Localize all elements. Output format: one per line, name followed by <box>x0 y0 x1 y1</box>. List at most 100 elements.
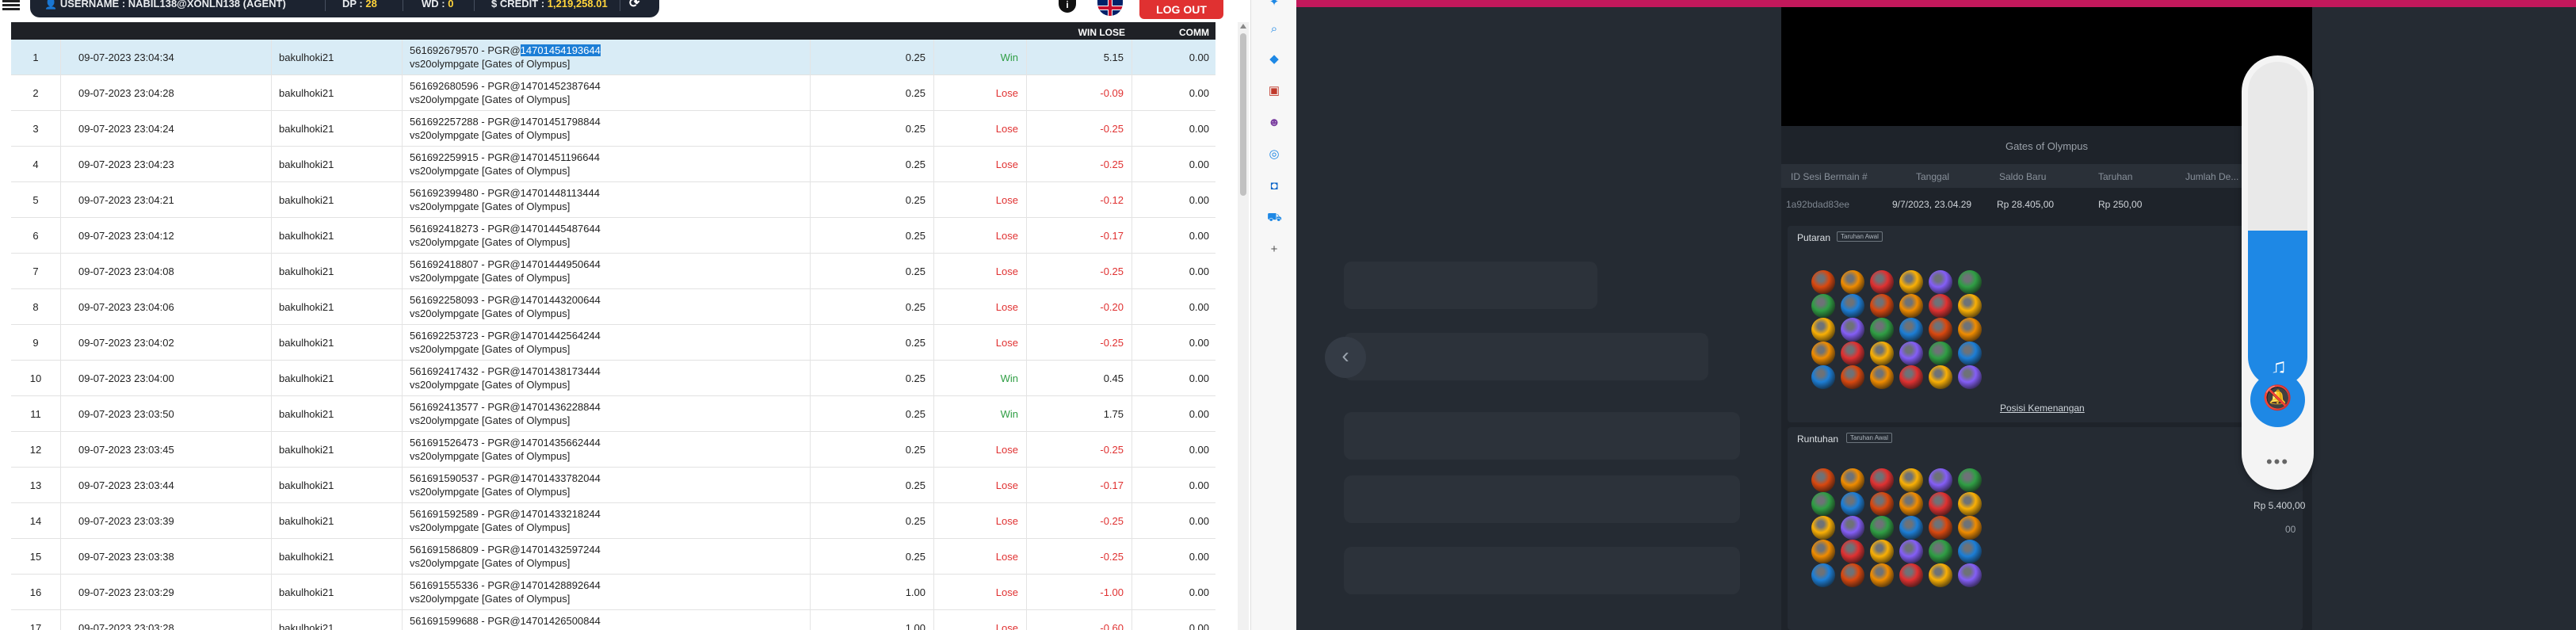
ticket-id[interactable]: 561692399480 - PGR@14701448113444 <box>410 187 600 199</box>
row-winlose: -0.25 <box>1100 158 1124 170</box>
row-number: 8 <box>32 301 39 313</box>
row-result: Lose <box>995 87 1018 99</box>
ticket-id[interactable]: 561692253723 - PGR@14701442564244 <box>410 330 601 342</box>
ticket-id[interactable]: 561692417432 - PGR@14701438173444 <box>410 365 601 377</box>
table-scrollbar[interactable] <box>1238 22 1249 630</box>
header-comm[interactable]: COMM <box>1132 22 1215 40</box>
table-row[interactable]: 2 09-07-2023 23:04:28 bakulhoki21 561692680… <box>11 75 1215 111</box>
col-date: Tanggal <box>1916 171 1950 182</box>
table-row[interactable]: 13 09-07-2023 23:03:44 bakulhoki21 56169159… <box>11 468 1215 503</box>
ticket-id[interactable]: 561692413577 - PGR@14701436228844 <box>410 401 601 413</box>
row-winlose: 0.45 <box>1103 372 1124 384</box>
reel-symbol <box>1929 563 1952 587</box>
row-user: bakulhoki21 <box>279 87 334 99</box>
ticket-id[interactable]: 561692679570 - PGR@ <box>410 44 521 56</box>
row-bet: 0.25 <box>905 372 925 384</box>
row-date: 09-07-2023 23:04:12 <box>78 230 174 242</box>
header-winlose[interactable]: WIN LOSE <box>1026 22 1132 40</box>
row-number: 10 <box>29 372 42 384</box>
table-row[interactable]: 3 09-07-2023 23:04:24 bakulhoki21 561692257… <box>11 111 1215 147</box>
outlook-icon[interactable]: ◘ <box>1267 179 1281 193</box>
table-row[interactable]: 12 09-07-2023 23:03:45 bakulhoki21 56169152… <box>11 432 1215 468</box>
ticket-id[interactable]: 561692258093 - PGR@14701443200644 <box>410 294 601 306</box>
table-row[interactable]: 16 09-07-2023 23:03:29 bakulhoki21 56169155… <box>11 575 1215 610</box>
winning-position-link[interactable]: Posisi Kemenangan <box>2000 403 2085 414</box>
row-result: Lose <box>995 586 1018 598</box>
row-user: bakulhoki21 <box>279 622 334 630</box>
ticket-id[interactable]: 561692418273 - PGR@14701445487644 <box>410 223 601 235</box>
browser-sidebar: ✦ ⌕ ◆ ▣ ☻ ◎ ◘ ⛟ + <box>1250 0 1296 630</box>
more-options-icon[interactable]: ••• <box>2242 452 2314 472</box>
game-name: vs20olympgate [Gates of Olympus] <box>410 272 571 284</box>
row-description: 561692257288 - PGR@14701451798844 vs20oly… <box>402 111 810 147</box>
reel-symbol <box>1811 365 1835 389</box>
table-row[interactable]: 8 09-07-2023 23:04:06 bakulhoki21 561692258… <box>11 289 1215 325</box>
ticket-id[interactable]: 561691590537 - PGR@14701433782044 <box>410 472 601 484</box>
row-description: 561692417432 - PGR@14701438173444 vs20oly… <box>402 361 810 396</box>
row-comm: 0.00 <box>1189 479 1209 491</box>
info-icon[interactable]: i <box>1059 0 1076 13</box>
tumble-tag: Taruhan Awal <box>1846 433 1892 443</box>
reel-symbol <box>1811 492 1835 516</box>
refresh-icon[interactable]: ⟳ <box>629 0 651 11</box>
top-bar: 👤 USERNAME : NABIL138@XONLN138 (AGENT) D… <box>0 0 1250 19</box>
people-icon[interactable]: ☻ <box>1267 116 1281 130</box>
row-number: 4 <box>32 158 39 170</box>
uk-flag-icon[interactable] <box>1097 0 1123 16</box>
volume-slider[interactable]: ♫ <box>2248 62 2307 387</box>
game-name: vs20olympgate [Gates of Olympus] <box>410 593 571 605</box>
pin-icon[interactable]: ✦ <box>1267 0 1281 10</box>
table-row[interactable]: 7 09-07-2023 23:04:08 bakulhoki21 561692418… <box>11 254 1215 289</box>
table-row[interactable]: 15 09-07-2023 23:03:38 bakulhoki21 56169158… <box>11 539 1215 575</box>
table-row[interactable]: 17 09-07-2023 23:03:28 bakulhoki21 56169159… <box>11 610 1215 630</box>
table-row[interactable]: 6 09-07-2023 23:04:12 bakulhoki21 561692418… <box>11 218 1215 254</box>
reel-symbol <box>1870 270 1894 294</box>
mute-bell-icon[interactable]: 🔕 <box>2250 372 2305 427</box>
row-date: 09-07-2023 23:04:23 <box>78 158 174 170</box>
ticket-id[interactable]: 561691592589 - PGR@14701433218244 <box>410 508 601 520</box>
table-row[interactable]: 10 09-07-2023 23:04:00 bakulhoki21 56169241… <box>11 361 1215 396</box>
tag-icon[interactable]: ◆ <box>1267 52 1281 67</box>
modal-header-row: ID Sesi Bermain # Tanggal Saldo Baru Tar… <box>1781 164 2312 188</box>
ticket-id[interactable]: 561691555336 - PGR@14701428892644 <box>410 579 601 591</box>
row-description: 561692258093 - PGR@14701443200644 vs20oly… <box>402 289 810 325</box>
row-winlose: 1.75 <box>1103 408 1124 420</box>
row-date: 09-07-2023 23:04:06 <box>78 301 174 313</box>
table-row[interactable]: 14 09-07-2023 23:03:39 bakulhoki21 56169159… <box>11 503 1215 539</box>
cart-icon[interactable]: ⛟ <box>1267 211 1282 225</box>
toolbox-icon[interactable]: ▣ <box>1267 84 1281 98</box>
row-description: 561692680596 - PGR@14701452387644 vs20oly… <box>402 75 810 111</box>
ticket-id-selected[interactable]: 14701454193644 <box>520 44 601 56</box>
row-comm: 0.00 <box>1189 372 1209 384</box>
ticket-id[interactable]: 561692680596 - PGR@14701452387644 <box>410 80 601 92</box>
ticket-id[interactable]: 561691526473 - PGR@14701435662444 <box>410 437 601 449</box>
table-row[interactable]: 5 09-07-2023 23:04:21 bakulhoki21 561692399… <box>11 182 1215 218</box>
reel-symbol <box>1811 318 1835 342</box>
scroll-thumb[interactable] <box>1240 33 1246 196</box>
logout-button[interactable]: LOG OUT <box>1139 0 1223 19</box>
table-row[interactable]: 4 09-07-2023 23:04:23 bakulhoki21 561692259… <box>11 147 1215 182</box>
globe-icon[interactable]: ◎ <box>1267 147 1281 162</box>
ticket-id[interactable]: 561692259915 - PGR@14701451196644 <box>410 151 600 163</box>
reel-symbol <box>1899 342 1923 365</box>
search-icon[interactable]: ⌕ <box>1267 22 1281 36</box>
row-number: 14 <box>29 515 42 527</box>
table-row[interactable]: 11 09-07-2023 23:03:50 bakulhoki21 56169241… <box>11 396 1215 432</box>
reel-symbol <box>1929 540 1952 563</box>
row-bet: 0.25 <box>905 408 925 420</box>
row-bet: 0.25 <box>905 194 925 206</box>
row-number: 11 <box>30 408 41 420</box>
table-row[interactable]: 9 09-07-2023 23:04:02 bakulhoki21 561692253… <box>11 325 1215 361</box>
row-date: 09-07-2023 23:03:50 <box>78 408 174 420</box>
row-date: 09-07-2023 23:04:34 <box>78 52 174 63</box>
ticket-id[interactable]: 561691599688 - PGR@14701426500844 <box>410 615 601 627</box>
table-row[interactable]: 1 09-07-2023 23:04:34 bakulhoki21 561692679… <box>11 40 1215 75</box>
scroll-up-icon[interactable] <box>1240 24 1246 29</box>
row-comm: 0.00 <box>1189 586 1209 598</box>
ticket-id[interactable]: 561692257288 - PGR@14701451798844 <box>410 116 601 128</box>
ticket-id[interactable]: 561691586809 - PGR@14701432597244 <box>410 544 601 556</box>
menu-icon[interactable] <box>2 0 20 11</box>
back-arrow-icon[interactable]: ‹ <box>1325 337 1366 378</box>
add-icon[interactable]: + <box>1267 242 1281 257</box>
ticket-id[interactable]: 561692418807 - PGR@14701444950644 <box>410 258 601 270</box>
